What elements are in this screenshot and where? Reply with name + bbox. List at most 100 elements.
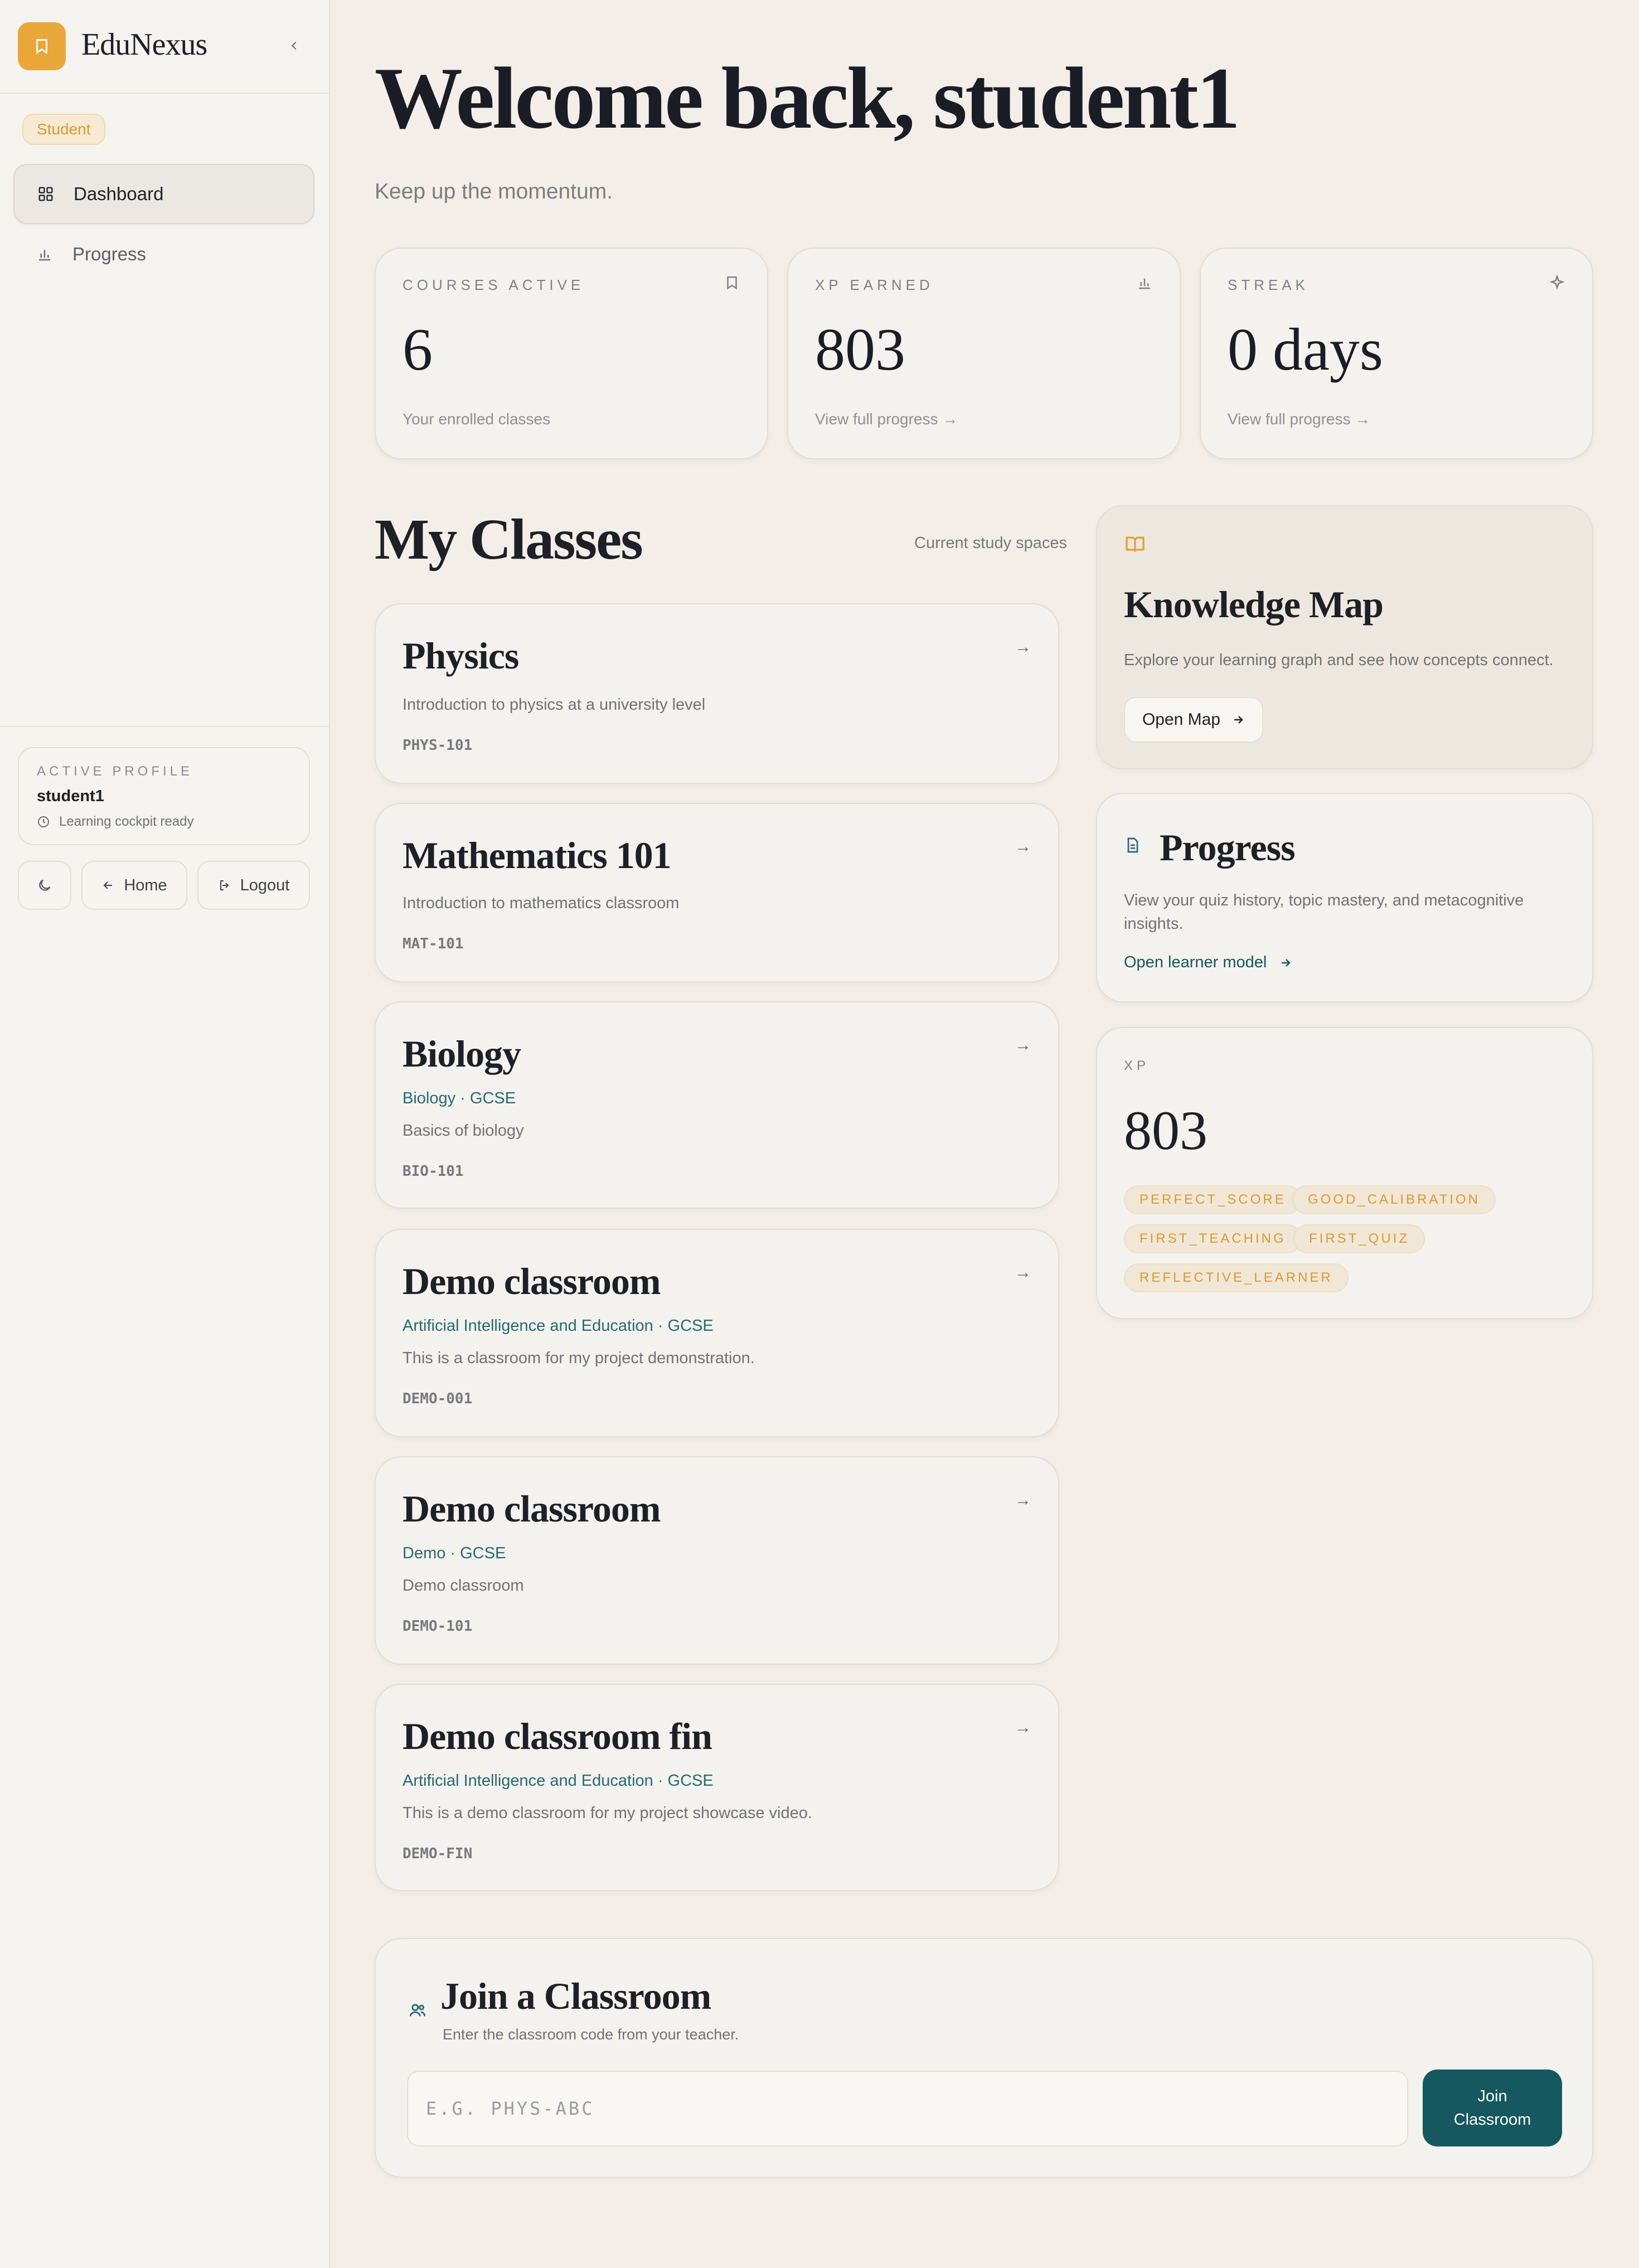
class-card[interactable]: Demo classroom fin → Artificial Intellig… xyxy=(375,1684,1059,1891)
knowledge-map-description: Explore your learning graph and see how … xyxy=(1124,651,1554,669)
profile-status: Learning cockpit ready xyxy=(37,814,193,830)
open-learner-model-link[interactable]: Open learner model xyxy=(1124,953,1292,972)
bar-chart-icon xyxy=(1136,274,1153,294)
class-code: DEMO-101 xyxy=(403,1618,473,1635)
role-badge: Student xyxy=(22,114,105,145)
arrow-right-icon: → xyxy=(1015,1491,1031,1509)
arrow-right-icon xyxy=(1282,958,1291,967)
arrow-right-icon: → xyxy=(1015,638,1031,656)
knowledge-map-title: Knowledge Map xyxy=(1124,583,1384,626)
class-card[interactable]: Demo classroom → Demo · GCSE Demo classr… xyxy=(375,1456,1059,1665)
class-tags: Biology · GCSE xyxy=(403,1089,516,1107)
sidebar-item-progress[interactable]: Progress xyxy=(13,224,314,284)
arrow-left-icon xyxy=(103,881,113,889)
profile-status-text: Learning cockpit ready xyxy=(59,814,194,829)
view-progress-link[interactable]: View full progress → xyxy=(815,410,958,428)
grid-icon xyxy=(35,186,57,202)
logo xyxy=(18,22,66,70)
profile-name: student1 xyxy=(37,787,104,805)
class-tags: Artificial Intelligence and Education · … xyxy=(403,1317,714,1335)
class-card[interactable]: Demo classroom → Artificial Intelligence… xyxy=(375,1229,1059,1437)
stat-card-streak: STREAK 0 days View full progress → xyxy=(1200,248,1593,459)
stat-caption: COURSES ACTIVE xyxy=(403,277,585,293)
class-card[interactable]: Biology → Biology · GCSE Basics of biolo… xyxy=(375,1001,1059,1209)
stat-card-xp: XP EARNED 803 View full progress → xyxy=(787,248,1181,459)
collapse-sidebar-button[interactable] xyxy=(283,35,306,57)
xp-caption: XP xyxy=(1124,1058,1150,1073)
arrow-right-icon: → xyxy=(1015,1718,1031,1737)
arrow-right-icon: → xyxy=(1015,1263,1031,1282)
document-icon xyxy=(1124,836,1142,857)
clock-icon xyxy=(38,816,49,827)
achievement-badge: FIRST_TEACHING xyxy=(1124,1224,1302,1253)
achievement-badge: PERFECT_SCORE xyxy=(1124,1185,1302,1214)
stat-card-courses: COURSES ACTIVE 6 Your enrolled classes xyxy=(375,248,768,459)
class-description: This is a demo classroom for my project … xyxy=(403,1804,812,1822)
book-open-icon xyxy=(1124,533,1146,558)
arrow-right-icon: → xyxy=(1015,837,1031,856)
sidebar-header: EduNexus xyxy=(0,0,329,94)
view-progress-link[interactable]: View full progress → xyxy=(1228,410,1370,428)
home-button[interactable]: Home xyxy=(81,861,187,910)
theme-toggle-button[interactable] xyxy=(18,861,71,910)
join-subtitle: Enter the classroom code from your teach… xyxy=(443,2026,739,2043)
class-title: Biology xyxy=(403,1033,521,1075)
achievement-badge: FIRST_QUIZ xyxy=(1293,1224,1425,1253)
class-code: BIO-101 xyxy=(403,1163,464,1180)
progress-title: Progress xyxy=(1160,826,1296,869)
stat-caption: XP EARNED xyxy=(815,277,934,293)
arrow-right-icon xyxy=(1234,716,1243,724)
xp-card: XP 803 PERFECT_SCORE GOOD_CALIBRATION FI… xyxy=(1096,1027,1593,1319)
open-map-label: Open Map xyxy=(1142,710,1221,729)
stat-value: 803 xyxy=(815,317,905,383)
section-aside: Current study spaces xyxy=(914,534,1068,552)
stat-value: 6 xyxy=(403,317,433,383)
moon-icon xyxy=(39,879,51,891)
join-title: Join a Classroom xyxy=(440,1975,711,2017)
class-tags: Demo · GCSE xyxy=(403,1544,506,1562)
achievement-badge: GOOD_CALIBRATION xyxy=(1292,1185,1496,1214)
section-title: My Classes xyxy=(375,507,643,571)
class-code: DEMO-FIN xyxy=(403,1845,473,1862)
achievement-badge: REFLECTIVE_LEARNER xyxy=(1124,1263,1349,1292)
book-icon xyxy=(36,39,47,54)
logout-icon xyxy=(220,880,229,890)
stat-value: 0 days xyxy=(1228,317,1383,383)
sidebar: EduNexus Student Dashboard Progress ACTI… xyxy=(0,0,330,2268)
knowledge-map-card: Knowledge Map Explore your learning grap… xyxy=(1096,505,1593,769)
chevron-left-icon xyxy=(291,41,297,50)
bar-chart-icon xyxy=(33,246,56,263)
sidebar-item-dashboard[interactable]: Dashboard xyxy=(13,164,314,224)
classroom-code-input[interactable] xyxy=(407,2071,1408,2146)
class-title: Physics xyxy=(403,634,519,677)
class-code: PHYS-101 xyxy=(403,737,473,754)
class-card[interactable]: Mathematics 101 → Introduction to mathem… xyxy=(375,803,1059,982)
logout-button-label: Logout xyxy=(240,876,290,894)
class-description: Demo classroom xyxy=(403,1577,524,1595)
app-name: EduNexus xyxy=(81,27,207,62)
sidebar-divider xyxy=(0,726,329,727)
sidebar-item-label: Progress xyxy=(72,244,147,264)
xp-value: 803 xyxy=(1124,1099,1208,1161)
class-description: This is a classroom for my project demon… xyxy=(403,1349,755,1367)
class-title: Demo classroom xyxy=(403,1487,661,1530)
page-title: Welcome back, student1 xyxy=(375,50,1240,147)
class-code: MAT-101 xyxy=(403,936,464,952)
home-button-label: Home xyxy=(124,876,167,894)
stat-subtext: Your enrolled classes xyxy=(403,410,551,428)
class-tags: Artificial Intelligence and Education · … xyxy=(403,1772,714,1790)
open-learner-model-label: Open learner model xyxy=(1124,953,1267,971)
class-title: Demo classroom xyxy=(403,1260,661,1302)
open-map-button[interactable]: Open Map xyxy=(1124,697,1263,743)
class-description: Introduction to physics at a university … xyxy=(403,696,706,714)
class-description: Basics of biology xyxy=(403,1122,524,1140)
class-code: DEMO-001 xyxy=(403,1390,473,1407)
stat-caption: STREAK xyxy=(1228,277,1310,293)
class-card[interactable]: Physics → Introduction to physics at a u… xyxy=(375,603,1059,784)
logout-button[interactable]: Logout xyxy=(197,861,310,910)
users-icon xyxy=(408,2000,427,2022)
join-classroom-button[interactable]: Join Classroom xyxy=(1423,2070,1562,2146)
sparkle-icon xyxy=(1549,274,1565,294)
profile-caption: ACTIVE PROFILE xyxy=(37,764,193,779)
class-title: Mathematics 101 xyxy=(403,834,672,876)
